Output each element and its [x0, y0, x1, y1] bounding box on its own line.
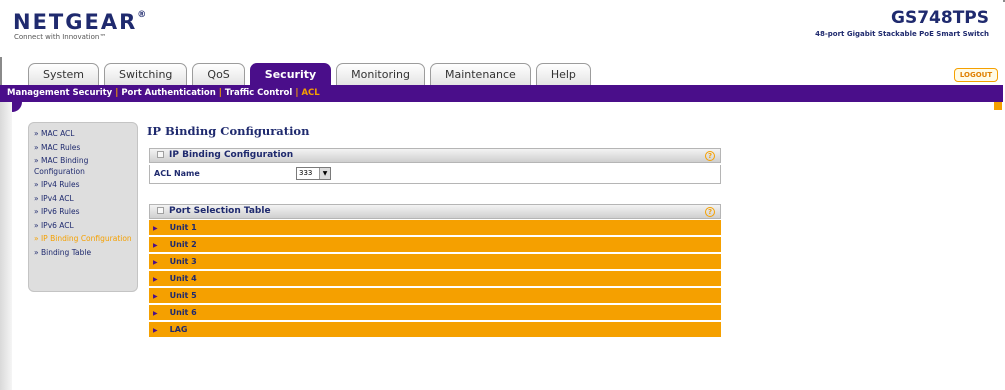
help-icon[interactable]: ? — [705, 207, 715, 217]
port-selection-panel-header[interactable]: Port Selection Table ? — [149, 204, 721, 219]
unit-row-3[interactable]: ▶ Unit 3 — [149, 254, 721, 270]
unit-label: Unit 2 — [169, 240, 197, 249]
tab-qos[interactable]: QoS — [192, 63, 245, 85]
subnav-traffic-control[interactable]: Traffic Control — [225, 88, 292, 98]
acl-sidebar: » MAC ACL » MAC Rules » MAC Binding Conf… — [28, 122, 138, 292]
unit-row-6[interactable]: ▶ Unit 6 — [149, 305, 721, 321]
unit-row-lag[interactable]: ▶ LAG — [149, 322, 721, 338]
acl-name-value: 333 — [299, 169, 313, 177]
logout-button[interactable]: LOGOUT — [954, 68, 998, 82]
expand-arrow-icon: ▶ — [153, 242, 158, 249]
ip-binding-config-panel-header[interactable]: IP Binding Configuration ? — [149, 148, 721, 163]
page-title: IP Binding Configuration — [147, 124, 310, 138]
tab-monitoring[interactable]: Monitoring — [336, 63, 425, 85]
unit-label: Unit 3 — [169, 257, 197, 266]
subnav-port-authentication[interactable]: Port Authentication — [121, 88, 215, 98]
help-icon[interactable]: ? — [705, 151, 715, 161]
model-name: GS748TPS — [891, 8, 989, 28]
sidebar-item-ip-binding-configuration[interactable]: » IP Binding Configuration — [34, 234, 137, 245]
subnav-separator: | — [115, 88, 119, 98]
netgear-logo: NETGEAR® — [13, 10, 147, 34]
sidebar-item-ipv4-acl[interactable]: » IPv4 ACL — [34, 194, 137, 205]
subnav-acl[interactable]: ACL — [301, 88, 319, 98]
sidebar-item-mac-acl[interactable]: » MAC ACL — [34, 129, 137, 140]
left-band — [0, 102, 12, 390]
acl-name-row: ACL Name 333 ▼ — [149, 165, 721, 184]
collapse-toggle-icon[interactable] — [157, 207, 164, 214]
security-subnav: Management Security | Port Authentication |… — [0, 85, 1003, 102]
expand-arrow-icon: ▶ — [153, 225, 158, 232]
expand-arrow-icon: ▶ — [153, 276, 158, 283]
model-description: 48-port Gigabit Stackable PoE Smart Swit… — [815, 30, 989, 38]
unit-row-4[interactable]: ▶ Unit 4 — [149, 271, 721, 287]
subnav-separator: | — [295, 88, 299, 98]
sidebar-item-binding-table[interactable]: » Binding Table — [34, 248, 137, 259]
expand-arrow-icon: ▶ — [153, 327, 158, 334]
corner-decoration-right — [994, 102, 1002, 110]
panel-title: Port Selection Table — [169, 206, 271, 216]
tab-system[interactable]: System — [28, 63, 100, 85]
tagline: Connect with Innovation™ — [14, 33, 107, 41]
sidebar-item-ipv4-rules[interactable]: » IPv4 Rules — [34, 180, 137, 191]
chevron-down-icon[interactable]: ▼ — [319, 168, 330, 179]
acl-name-label: ACL Name — [154, 169, 200, 178]
main-tabs: System Switching QoS Security Monitoring… — [28, 63, 596, 85]
header: NETGEAR® Connect with Innovation™ GS748T… — [0, 0, 1003, 57]
sidebar-item-ipv6-rules[interactable]: » IPv6 Rules — [34, 207, 137, 218]
subnav-separator: | — [218, 88, 222, 98]
tab-help[interactable]: Help — [535, 63, 591, 85]
tab-maintenance[interactable]: Maintenance — [429, 63, 531, 85]
unit-row-5[interactable]: ▶ Unit 5 — [149, 288, 721, 304]
subnav-management-security[interactable]: Management Security — [7, 88, 112, 98]
expand-arrow-icon: ▶ — [153, 259, 158, 266]
sidebar-item-ipv6-acl[interactable]: » IPv6 ACL — [34, 221, 137, 232]
acl-name-select[interactable]: 333 ▼ — [296, 167, 331, 180]
tab-security[interactable]: Security — [249, 63, 332, 85]
unit-label: LAG — [169, 325, 188, 334]
unit-label: Unit 6 — [169, 308, 197, 317]
unit-label: Unit 5 — [169, 291, 197, 300]
tab-switching[interactable]: Switching — [104, 63, 188, 85]
unit-row-2[interactable]: ▶ Unit 2 — [149, 237, 721, 253]
collapse-toggle-icon[interactable] — [157, 151, 164, 158]
sidebar-item-mac-binding-configuration[interactable]: » MAC Binding Configuration — [34, 156, 137, 177]
unit-label: Unit 1 — [169, 223, 197, 232]
unit-row-1[interactable]: ▶ Unit 1 — [149, 220, 721, 236]
expand-arrow-icon: ▶ — [153, 310, 158, 317]
sidebar-item-mac-rules[interactable]: » MAC Rules — [34, 143, 137, 154]
expand-arrow-icon: ▶ — [153, 293, 158, 300]
unit-label: Unit 4 — [169, 274, 197, 283]
panel-title: IP Binding Configuration — [169, 150, 294, 160]
